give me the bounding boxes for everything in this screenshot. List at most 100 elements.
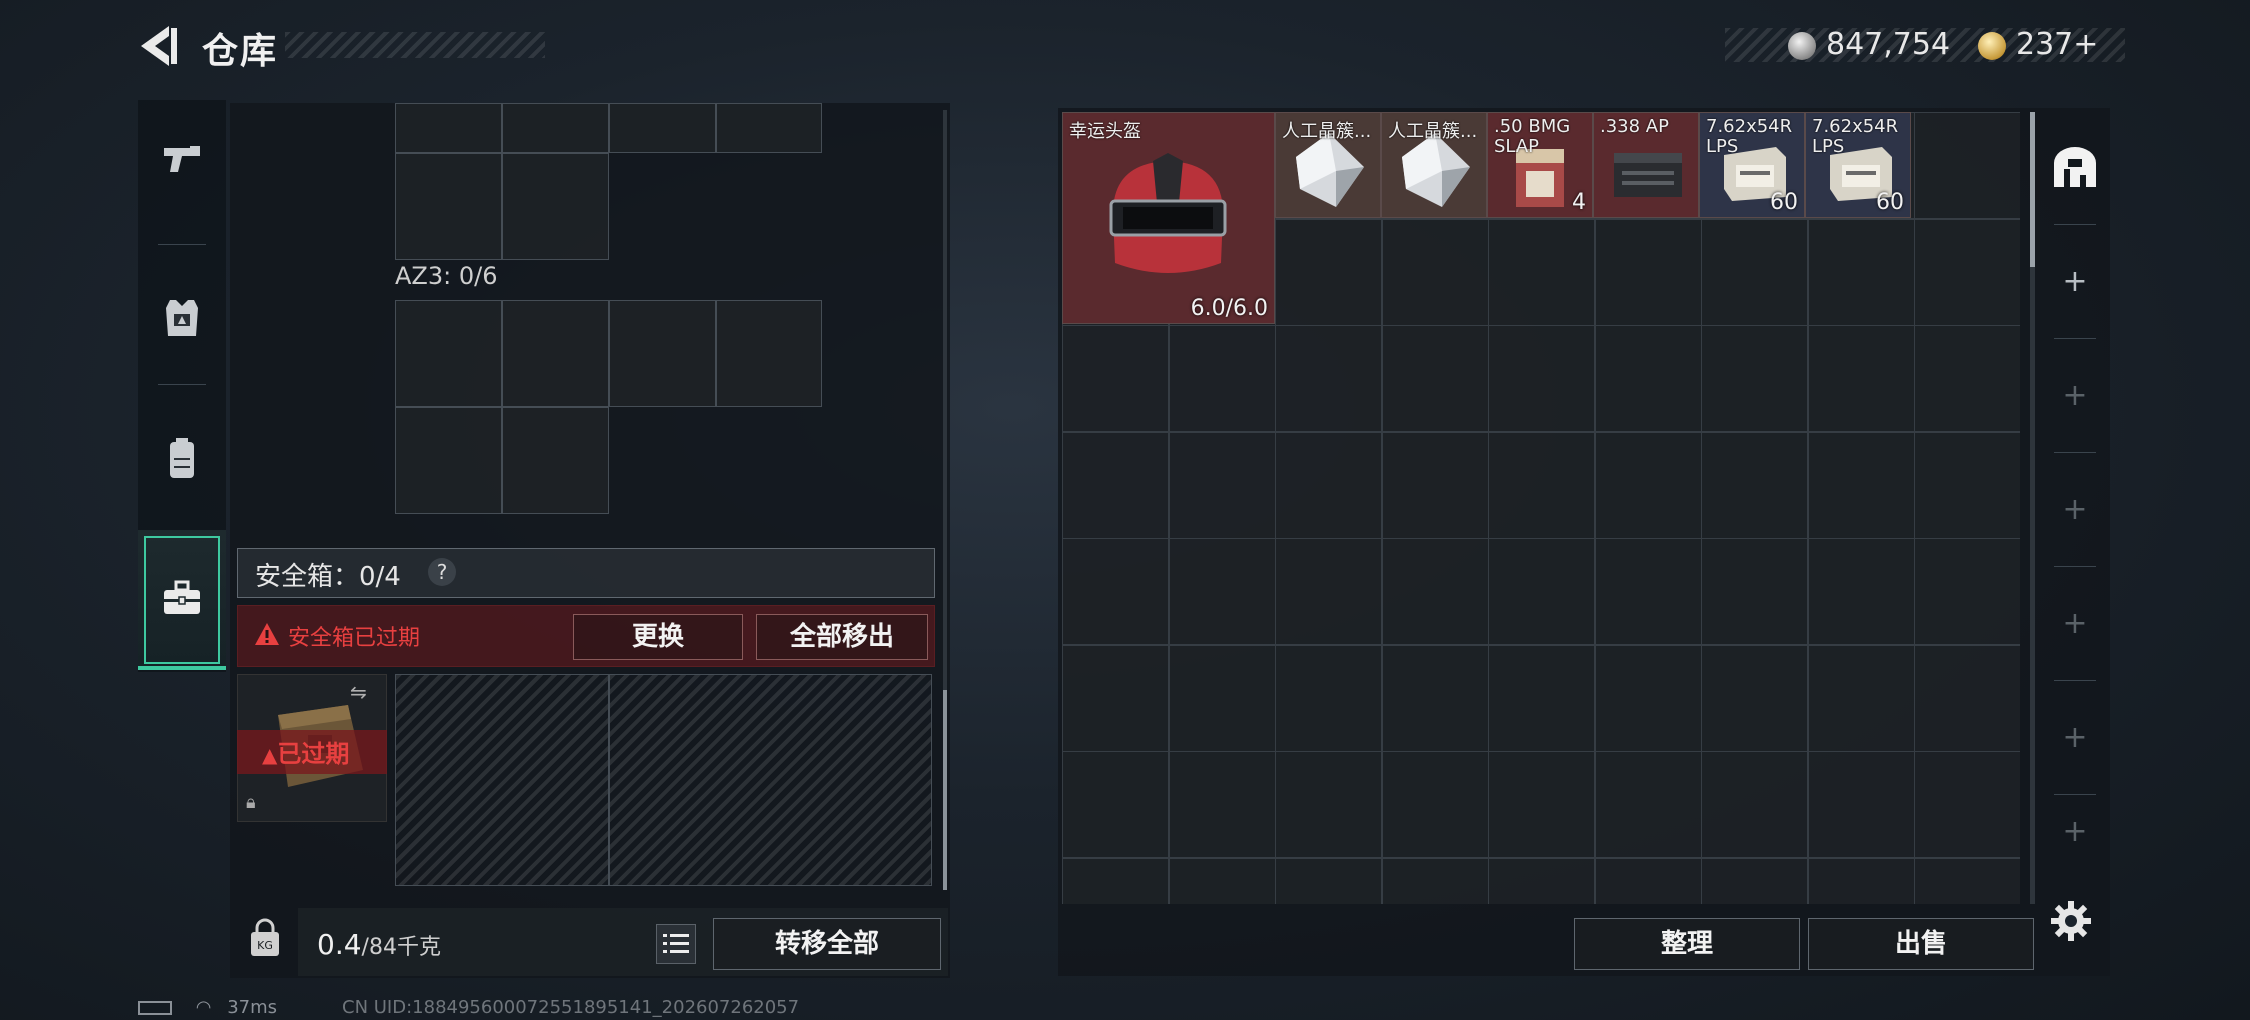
grid-slot[interactable] (716, 103, 822, 153)
inventory-cell[interactable] (1488, 431, 1595, 539)
replace-button[interactable]: 更换 (573, 614, 743, 660)
sidebar-item-safe-box[interactable] (138, 530, 226, 670)
inventory-cell[interactable] (1275, 325, 1382, 432)
az3-slot[interactable] (502, 407, 609, 514)
sidebar-item-backpack[interactable] (138, 398, 226, 518)
settings-button[interactable] (2050, 900, 2092, 942)
inventory-cell[interactable] (1807, 218, 1915, 326)
az3-slot[interactable] (609, 300, 716, 407)
inventory-cell[interactable] (1594, 218, 1702, 326)
grid-slot[interactable] (502, 103, 609, 153)
back-button[interactable] (135, 22, 183, 70)
inventory-cell[interactable] (1594, 325, 1702, 432)
help-button[interactable]: ? (428, 558, 456, 586)
inventory-item-ammo[interactable]: 7.62x54R LPS 60 (1699, 112, 1805, 218)
inventory-cell[interactable] (1168, 857, 1276, 904)
inventory-cell[interactable] (1807, 644, 1915, 752)
az3-slot[interactable] (716, 300, 822, 407)
inventory-cell[interactable] (1168, 644, 1276, 752)
safe-box-slot[interactable] (609, 674, 932, 886)
safe-box-slot[interactable] (395, 674, 609, 886)
inventory-cell[interactable] (1914, 751, 2020, 858)
inventory-cell[interactable] (1594, 857, 1702, 904)
rail-container-tab[interactable] (2040, 112, 2110, 222)
inventory-cell[interactable] (1701, 857, 1808, 904)
inventory-cell[interactable] (1275, 431, 1382, 539)
inventory-cell[interactable] (1701, 538, 1808, 645)
inventory-cell[interactable] (1168, 431, 1276, 539)
inventory-cell[interactable] (1807, 431, 1915, 539)
rail-add-slot[interactable]: + (2040, 568, 2110, 678)
inventory-cell[interactable] (1594, 644, 1702, 752)
sidebar-item-armor[interactable] (138, 258, 226, 378)
rail-add-slot[interactable]: + (2040, 340, 2110, 450)
inventory-cell[interactable] (1168, 751, 1276, 858)
inventory-cell[interactable] (1488, 644, 1595, 752)
sort-button[interactable]: 整理 (1574, 918, 1800, 970)
inventory-cell[interactable] (1381, 325, 1489, 432)
grid-slot[interactable] (609, 103, 716, 153)
inventory-cell[interactable] (1062, 751, 1169, 858)
inventory-cell[interactable] (1914, 112, 2020, 219)
grid-slot[interactable] (395, 103, 502, 153)
inventory-cell[interactable] (1381, 538, 1489, 645)
inventory-item-helmet[interactable]: 幸运头盔 6.0/6.0 (1062, 112, 1275, 324)
inventory-cell[interactable] (1062, 325, 1169, 432)
list-view-button[interactable] (656, 924, 696, 964)
inventory-cell[interactable] (1275, 751, 1382, 858)
inventory-item-ammo[interactable]: .50 BMG SLAP 4 (1487, 112, 1593, 218)
inventory-cell[interactable] (1062, 431, 1169, 539)
swap-icon[interactable]: ⇋ (350, 680, 367, 704)
inventory-cell[interactable] (1914, 857, 2020, 904)
inventory-cell[interactable] (1381, 857, 1489, 904)
inventory-cell[interactable] (1914, 431, 2020, 539)
inventory-cell[interactable] (1488, 751, 1595, 858)
inventory-cell[interactable] (1594, 538, 1702, 645)
rail-add-slot[interactable]: + (2040, 226, 2110, 336)
transfer-all-button[interactable]: 转移全部 (713, 918, 941, 970)
grid-slot[interactable] (502, 153, 609, 260)
inventory-cell[interactable] (1701, 325, 1808, 432)
rail-add-slot[interactable]: + (2040, 682, 2110, 792)
inventory-cell[interactable] (1488, 538, 1595, 645)
inventory-cell[interactable] (1168, 325, 1276, 432)
az3-slot[interactable] (395, 300, 502, 407)
inventory-cell[interactable] (1062, 644, 1169, 752)
inventory-cell[interactable] (1381, 751, 1489, 858)
inventory-cell[interactable] (1701, 644, 1808, 752)
inventory-cell[interactable] (1275, 857, 1382, 904)
az3-slot[interactable] (502, 300, 609, 407)
sidebar-item-weapons[interactable] (138, 100, 226, 220)
inventory-item-ammo[interactable]: 7.62x54R LPS 60 (1805, 112, 1911, 218)
inventory-cell[interactable] (1168, 538, 1276, 645)
inventory-cell[interactable] (1381, 644, 1489, 752)
inventory-cell[interactable] (1594, 751, 1702, 858)
gold-amount[interactable]: 237+ (2016, 27, 2098, 62)
inventory-item-crystal[interactable]: 人工晶簇... (1381, 112, 1487, 218)
inventory-cell[interactable] (1914, 325, 2020, 432)
inventory-cell[interactable] (1701, 751, 1808, 858)
inventory-cell[interactable] (1807, 538, 1915, 645)
inventory-cell[interactable] (1594, 431, 1702, 539)
inventory-cell[interactable] (1807, 325, 1915, 432)
inventory-cell[interactable] (1701, 431, 1808, 539)
right-scrollbar-thumb[interactable] (2030, 112, 2035, 267)
remove-all-button[interactable]: 全部移出 (756, 614, 928, 660)
inventory-cell[interactable] (1275, 644, 1382, 752)
rail-add-slot[interactable]: + (2040, 454, 2110, 564)
inventory-cell[interactable] (1914, 644, 2020, 752)
inventory-cell[interactable] (1914, 538, 2020, 645)
inventory-cell[interactable] (1488, 857, 1595, 904)
inventory-cell[interactable] (1381, 218, 1489, 326)
inventory-item-ammo[interactable]: .338 AP (1593, 112, 1699, 218)
inventory-cell[interactable] (1701, 218, 1808, 326)
inventory-cell[interactable] (1381, 431, 1489, 539)
inventory-cell[interactable] (1488, 218, 1595, 326)
inventory-cell[interactable] (1807, 751, 1915, 858)
inventory-cell[interactable] (1807, 857, 1915, 904)
inventory-item-crystal[interactable]: 人工晶簇... (1275, 112, 1381, 218)
az3-slot[interactable] (395, 407, 502, 514)
inventory-cell[interactable] (1062, 857, 1169, 904)
left-scrollbar-thumb[interactable] (943, 690, 947, 890)
inventory-cell[interactable] (1914, 218, 2020, 326)
